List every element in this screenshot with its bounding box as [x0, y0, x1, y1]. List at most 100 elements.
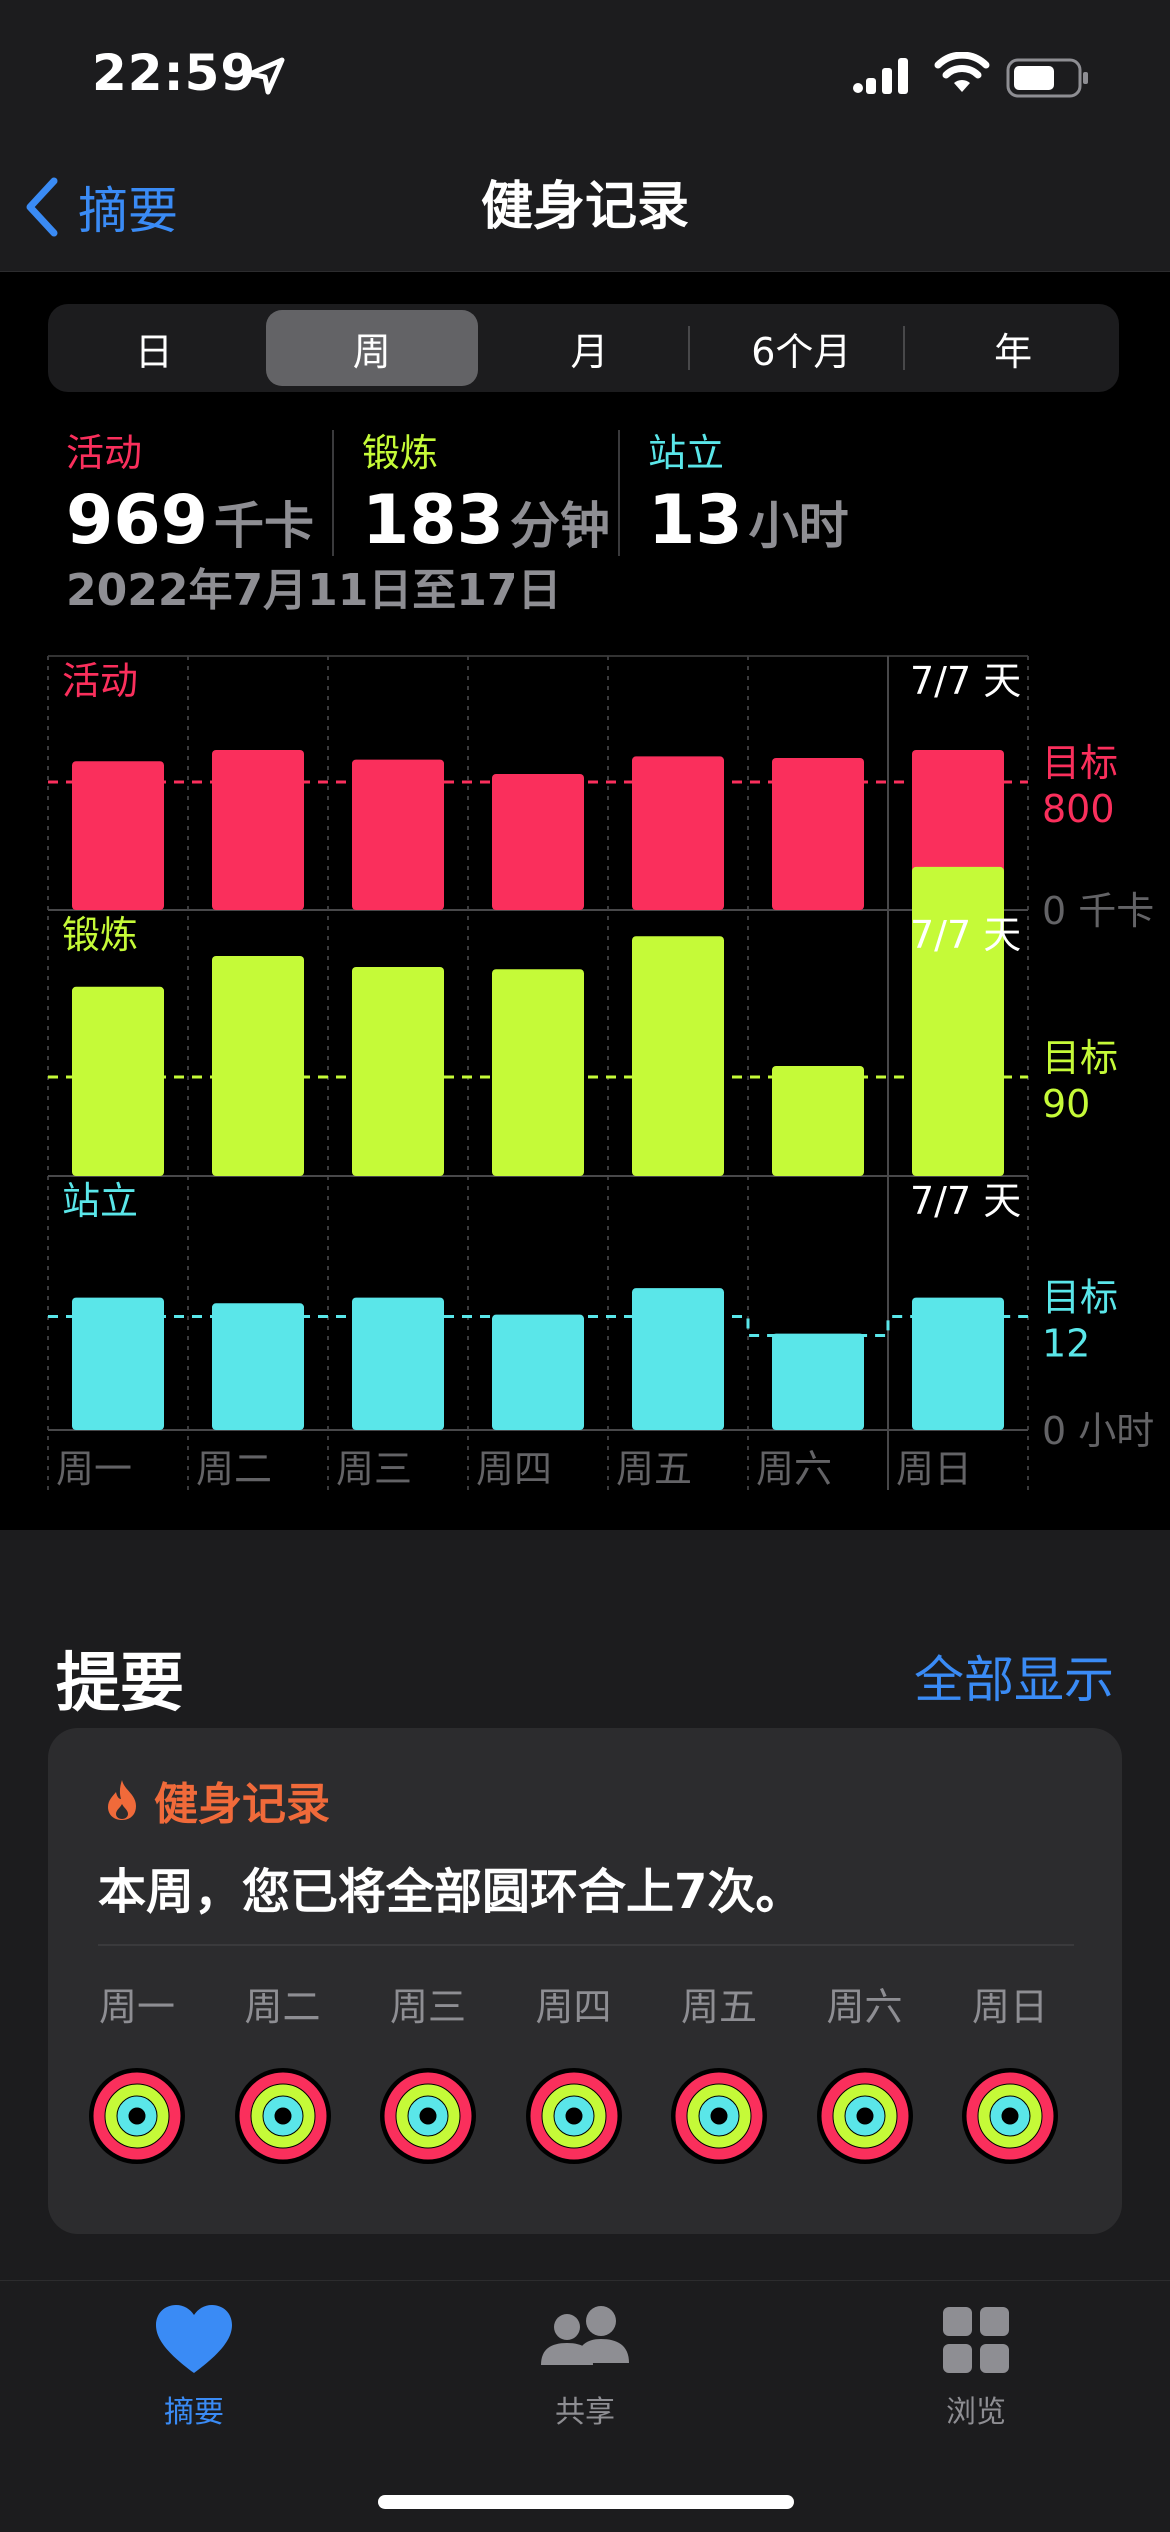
highlight-day-label: 周三 [389, 1985, 466, 2029]
heart-icon [156, 2305, 232, 2373]
highlights-section: 提要 全部显示 健身记录 本周，您已将全部圆环合上7次。 周一 周二 周三 周四 周五周… [0, 1530, 1170, 2280]
x-tick-label: 周二 [196, 1447, 272, 1491]
segment-6-months[interactable]: 6个月 [695, 304, 907, 392]
tab-bar: 摘要 共享 浏览 [0, 2280, 1170, 2532]
stat-exercise-value: 183 [362, 481, 504, 560]
page-title: 健身记录 [480, 177, 689, 237]
battery-icon [1006, 58, 1088, 98]
tab-browse-label: 浏览 [946, 2395, 1006, 2430]
highlight-day-label: 周一 [98, 1985, 175, 2029]
goal-value-label: 12 [1042, 1322, 1090, 1366]
activity-rings-icon[interactable] [87, 2066, 187, 2166]
highlight-days-row: 周一 周二 周三 周四 周五 周六 周日 [48, 1976, 1122, 2036]
chart-bar [212, 750, 304, 910]
activity-rings-icon[interactable] [378, 2066, 478, 2166]
home-indicator [378, 2495, 794, 2509]
activity-rings-icon[interactable] [815, 2066, 915, 2166]
stat-divider [618, 430, 620, 556]
days-achieved-label: 7/7 天 [910, 913, 1021, 957]
stat-exercise-unit: 分钟 [509, 497, 610, 555]
chart-bar [632, 1288, 724, 1430]
segment-divider [688, 326, 690, 370]
goal-value-label: 800 [1042, 787, 1115, 831]
stat-move-label: 活动 [66, 431, 143, 475]
highlight-rings-row [48, 2066, 1122, 2166]
segment-year[interactable]: 年 [907, 304, 1119, 392]
activity-rings-icon[interactable] [233, 2066, 333, 2166]
chart-bar [72, 986, 164, 1176]
panel-name-label: 站立 [62, 1179, 138, 1223]
highlight-card-title: 健身记录 [154, 1779, 330, 1830]
stat-stand: 站立 13 小时 [648, 422, 849, 560]
highlight-day-label: 周二 [244, 1985, 321, 2029]
time-range-segmented-control: 日 周 月 6个月 年 [48, 304, 1119, 392]
stat-stand-value: 13 [648, 481, 743, 560]
chart-bar [212, 1303, 304, 1430]
flame-icon [108, 1780, 136, 1820]
tab-sharing[interactable]: 共享 [485, 2303, 685, 2443]
chart-bar [772, 1066, 864, 1176]
panel-name-label: 活动 [62, 659, 138, 703]
chart-bar [632, 756, 724, 910]
stat-move-unit: 千卡 [213, 497, 314, 555]
highlight-card-header: 健身记录 [104, 1768, 330, 1832]
x-tick-label: 周三 [336, 1447, 412, 1491]
chart-bar [352, 967, 444, 1176]
x-tick-label: 周六 [756, 1447, 832, 1491]
chart-bar [492, 1314, 584, 1430]
goal-label: 目标 [1042, 741, 1118, 785]
activity-chart-svg: 活动 7/7 天目标8000 千卡锻炼 7/7 天目标90站立 7/7 天目标120 … [47, 655, 1154, 1491]
wifi-icon [934, 52, 990, 92]
stat-stand-label: 站立 [648, 431, 725, 475]
grid-icon [943, 2307, 1009, 2373]
status-bar: 22:59 [0, 0, 1170, 150]
activity-rings-icon[interactable] [524, 2066, 624, 2166]
goal-label: 目标 [1042, 1276, 1118, 1320]
show-all-link[interactable]: 全部显示 [914, 1640, 1114, 1712]
highlight-day-label: 周五 [680, 1985, 757, 2029]
highlight-card[interactable]: 健身记录 本周，您已将全部圆环合上7次。 周一 周二 周三 周四 周五 周六 周日 [48, 1728, 1122, 2234]
x-tick-label: 周四 [476, 1447, 552, 1491]
highlight-day-label: 周四 [535, 1985, 612, 2029]
stat-move: 活动 969 千卡 [66, 422, 314, 560]
days-achieved-label: 7/7 天 [910, 659, 1021, 703]
people-icon [541, 2306, 629, 2365]
chart-bar [632, 936, 724, 1176]
date-range: 2022年7月11日至17日 [66, 565, 562, 616]
axis-zero-label: 0 千卡 [1042, 889, 1154, 933]
tab-sharing-label: 共享 [555, 2395, 615, 2430]
activity-chart[interactable]: 活动 7/7 天目标 800 0 千卡 锻炼 7/7 天目标 90 站立 7/7 天目标 12 0 … [0, 650, 1170, 1530]
segment-divider [903, 326, 905, 370]
activity-rings-icon[interactable] [669, 2066, 769, 2166]
tab-browse[interactable]: 浏览 [876, 2303, 1076, 2443]
chart-bar [492, 969, 584, 1176]
stat-stand-unit: 小时 [748, 497, 849, 555]
card-divider [98, 1944, 1074, 1946]
highlights-title: 提要 [56, 1647, 184, 1721]
segment-month[interactable]: 月 [484, 304, 696, 392]
chart-bar [772, 1333, 864, 1430]
cellular-signal-icon [853, 58, 908, 94]
status-time: 22:59 [92, 44, 257, 102]
axis-zero-label: 0 小时 [1042, 1409, 1154, 1453]
chart-bar [212, 956, 304, 1176]
tab-summary[interactable]: 摘要 [94, 2303, 294, 2443]
segment-week[interactable]: 周 [265, 310, 478, 386]
stat-divider [332, 430, 334, 556]
x-tick-label: 周五 [616, 1447, 692, 1491]
panel-name-label: 锻炼 [62, 913, 138, 957]
activity-rings-icon[interactable] [960, 2066, 1060, 2166]
highlight-card-text: 本周，您已将全部圆环合上7次。 [98, 1864, 804, 1920]
days-achieved-label: 7/7 天 [910, 1179, 1021, 1223]
goal-label: 目标 [1042, 1036, 1118, 1080]
stat-exercise: 锻炼 183 分钟 [362, 422, 610, 560]
x-tick-label: 周日 [896, 1447, 972, 1491]
chart-bar [72, 761, 164, 910]
segment-day[interactable]: 日 [48, 304, 260, 392]
highlight-day-label: 周日 [971, 1985, 1048, 2029]
highlight-day-label: 周六 [826, 1985, 903, 2029]
x-tick-label: 周一 [56, 1447, 132, 1491]
chart-bar [772, 758, 864, 910]
location-arrow-icon [247, 57, 285, 95]
stat-exercise-label: 锻炼 [362, 431, 439, 475]
